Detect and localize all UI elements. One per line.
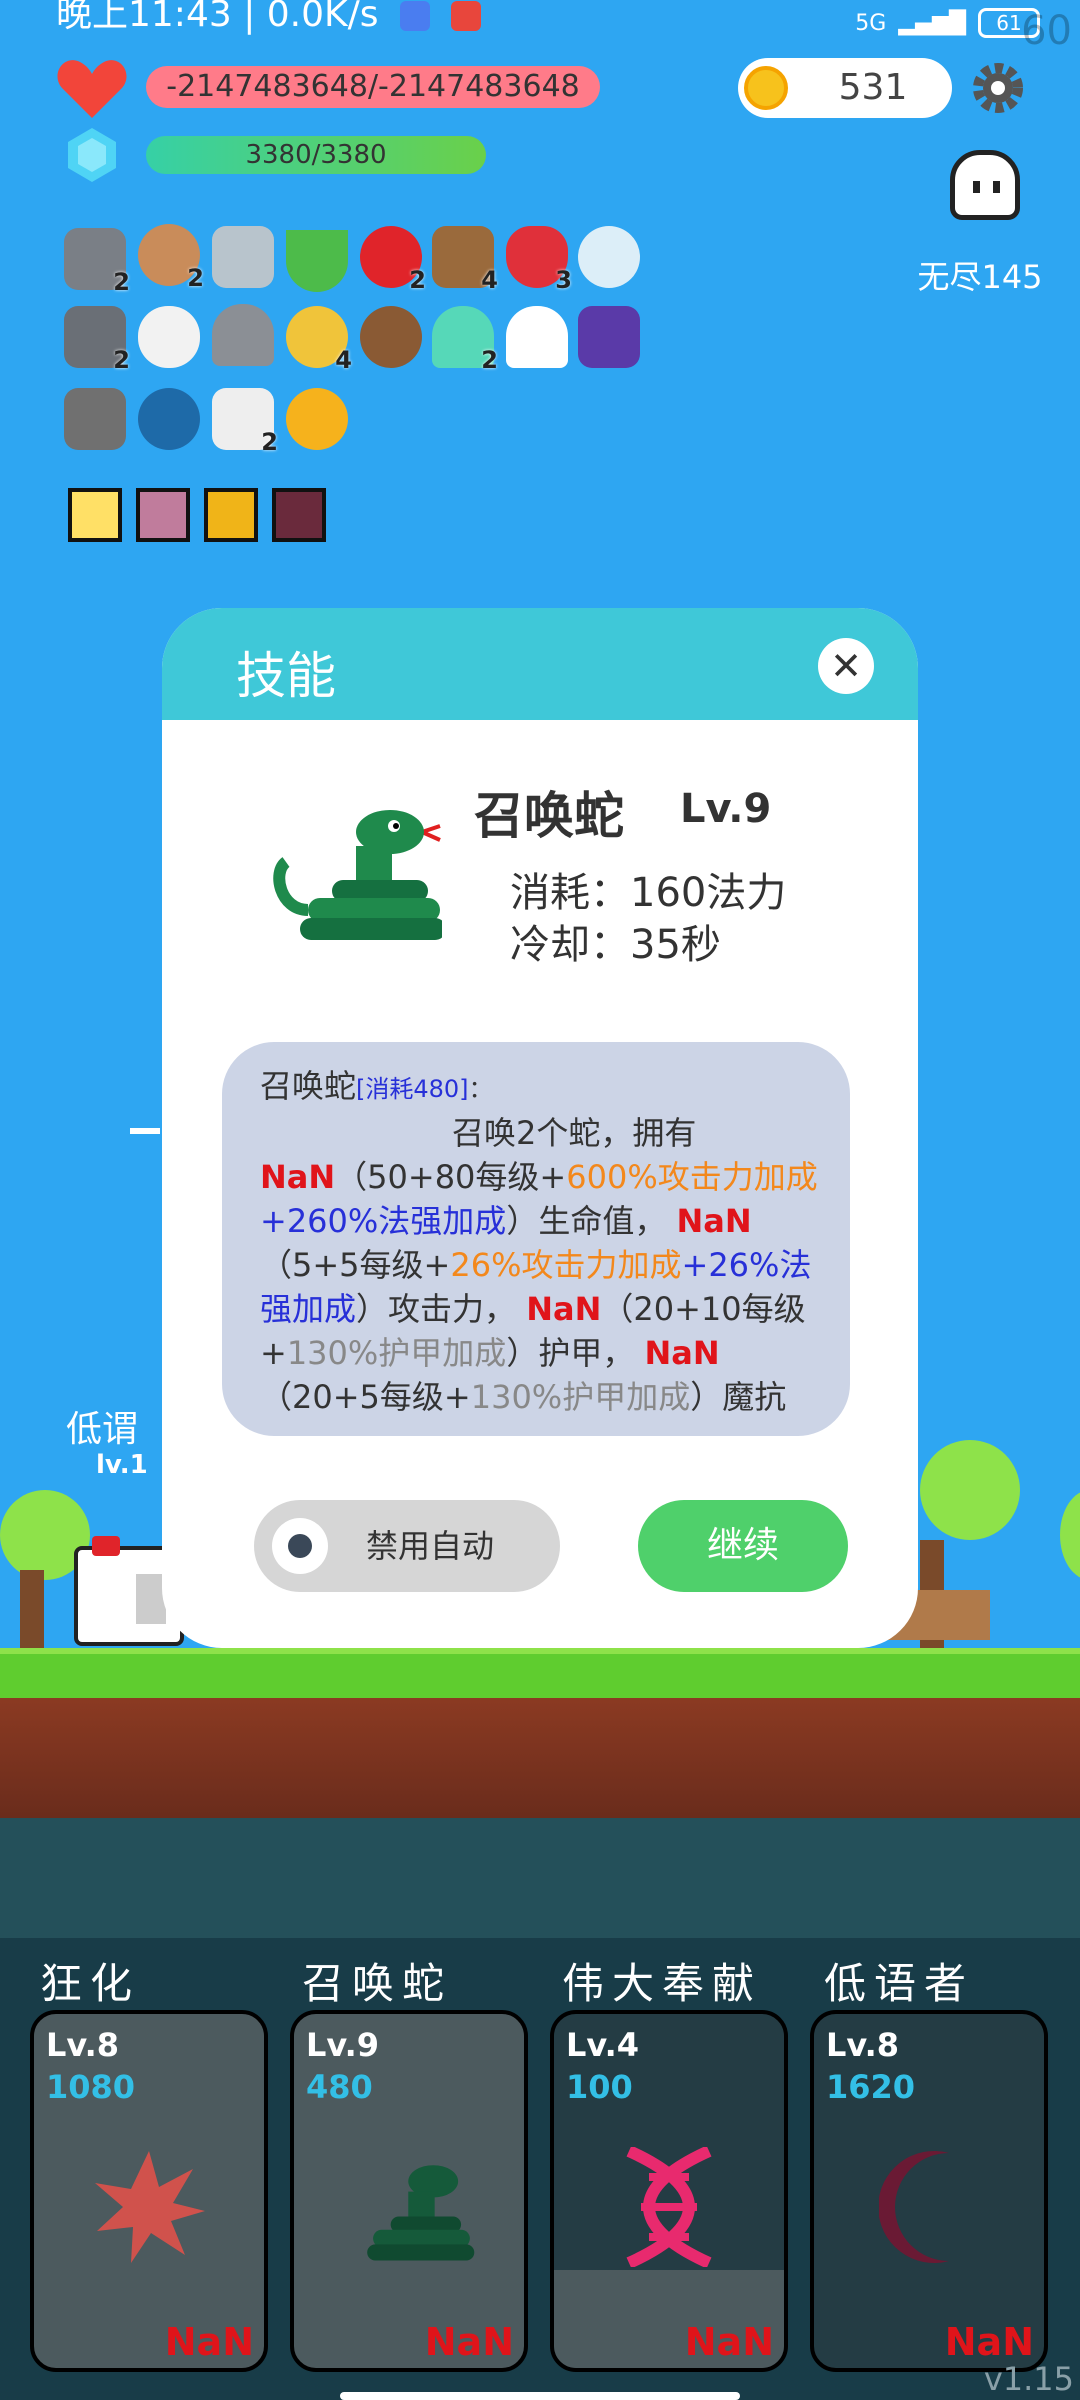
enemy-level: lv.1 <box>96 1450 148 1480</box>
sunflower-item-icon[interactable] <box>286 388 348 450</box>
skill-card-summon-snake[interactable]: Lv.9 480 NaN <box>290 2010 528 2372</box>
sword-item-icon[interactable] <box>212 226 274 288</box>
moon-icon <box>878 2147 979 2271</box>
dice-item-icon[interactable]: 2 <box>212 388 278 456</box>
status-bar-right: 5G ▂▄▆█ 61 <box>855 0 1040 46</box>
version-label: v1.15 <box>983 2360 1074 2398</box>
skill-description: 召唤蛇[消耗480]： 召唤2个蛇，拥有 NaN（50+80每级+600%攻击力… <box>222 1042 850 1436</box>
alarm-icon <box>399 1 430 31</box>
toggle-knob <box>272 1518 328 1574</box>
home-indicator[interactable] <box>340 2392 740 2400</box>
dark-skill-icon[interactable] <box>272 488 326 542</box>
cloud-item-icon[interactable] <box>578 226 640 288</box>
ghost-icon[interactable] <box>950 150 1020 220</box>
water-strip <box>0 1818 1080 1938</box>
skill-card-devotion[interactable]: Lv.4 100 NaN <box>550 2010 788 2372</box>
hp-bar: -2147483648/-2147483648 <box>146 66 600 108</box>
skill-card-berserk[interactable]: Lv.8 1080 NaN <box>30 2010 268 2372</box>
blade-skill-icon[interactable] <box>136 488 190 542</box>
signal-icon: ▂▄▆█ <box>898 10 966 36</box>
bow-item-icon[interactable]: 4 <box>432 226 498 294</box>
enemy-name: 低谓 <box>66 1409 139 1450</box>
close-button[interactable]: ✕ <box>818 638 874 694</box>
dna-icon <box>619 2145 719 2271</box>
tree-trunk-left <box>20 1570 44 1650</box>
shield-item-icon[interactable]: 2 <box>138 224 204 292</box>
listen-app-icon <box>451 1 482 31</box>
face-skill-icon[interactable] <box>204 488 258 542</box>
skill-cooldown: 冷却：35秒 <box>510 922 721 968</box>
ghost-item-icon[interactable] <box>506 306 568 368</box>
mana-crystal-icon <box>68 128 116 182</box>
skill-dialog: 技能 ✕ 召唤蛇 Lv.9 消耗：160法力 冷却：35秒 召唤蛇[消耗480]… <box>162 608 918 1648</box>
status-bar-left: 晚上11:43 | 0.0K/s <box>56 0 482 46</box>
card-label-summon-snake: 召唤蛇 <box>302 1959 453 2008</box>
ground-dirt <box>0 1698 1080 1818</box>
tree-far-right <box>1060 1490 1080 1580</box>
skill-card-whisperer[interactable]: Lv.8 1620 NaN <box>810 2010 1048 2372</box>
card-label-berserk: 狂化 <box>40 1959 141 2008</box>
helmet-item-icon[interactable] <box>212 304 274 366</box>
ring-item-icon[interactable]: 4 <box>286 306 352 374</box>
coconut-item-icon[interactable] <box>360 306 422 368</box>
disable-auto-label: 禁用自动 <box>366 1527 495 1565</box>
mace-item-icon[interactable]: 2 <box>64 306 130 374</box>
status-time: 晚上11:43 | 0.0K/s <box>56 0 379 35</box>
light-skill-icon[interactable] <box>68 488 122 542</box>
dialog-title: 技能 <box>236 647 336 705</box>
crystal-ball-item-icon[interactable]: 2 <box>432 306 498 374</box>
network-label: 5G <box>855 10 887 36</box>
disable-auto-toggle[interactable]: 禁用自动 <box>254 1500 560 1592</box>
card-label-devotion: 伟大奉献 <box>562 1959 763 2008</box>
heart-icon <box>56 56 128 120</box>
skill-name: 召唤蛇 <box>474 787 624 845</box>
pill-item-icon[interactable] <box>138 306 200 368</box>
skill-mana-cost: 消耗：160法力 <box>510 870 787 916</box>
gear-icon[interactable] <box>970 60 1026 116</box>
mp-bar: 3380/3380 <box>146 136 486 174</box>
snake-icon <box>272 792 446 942</box>
apple-item-icon[interactable]: 2 <box>360 226 426 294</box>
card-label-whisperer: 低语者 <box>824 1959 975 2008</box>
speech-bubble-item-icon[interactable] <box>138 388 200 450</box>
damage-dash <box>130 1128 160 1134</box>
ground-grass <box>0 1648 1080 1704</box>
fps-counter: 60 <box>1021 8 1072 54</box>
magic-box-item-icon[interactable] <box>578 306 640 368</box>
coin-counter: 531 <box>738 58 952 118</box>
snake-card-icon <box>339 2152 479 2266</box>
strawberry-item-icon[interactable]: 3 <box>506 226 572 294</box>
close-icon: ✕ <box>830 644 862 688</box>
coin-icon <box>744 66 788 110</box>
watermelon-item-icon[interactable] <box>286 230 348 292</box>
splat-icon <box>89 2147 209 2271</box>
meteor-item-icon[interactable] <box>64 388 126 450</box>
coin-value: 531 <box>838 67 908 108</box>
cost-tag: [消耗480] <box>356 1075 469 1103</box>
skill-level: Lv.9 <box>680 786 772 832</box>
tree-right <box>920 1440 1020 1540</box>
continue-button[interactable]: 继续 <box>638 1500 848 1592</box>
dagger-item-icon[interactable]: 2 <box>64 228 130 296</box>
endless-mode-label: 无尽145 <box>917 258 1043 296</box>
